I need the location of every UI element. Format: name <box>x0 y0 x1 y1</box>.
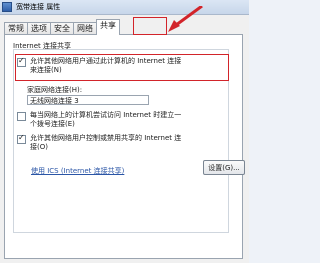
title-bar: 宽带连接 属性 <box>0 0 249 15</box>
tab-sharing[interactable]: 共享 <box>96 19 120 35</box>
tab-strip: 常规 选项 安全 网络 共享 <box>4 18 120 35</box>
home-network-field[interactable]: 无线网络连接 3 <box>27 95 149 105</box>
ics-help-link[interactable]: 使用 ICS (Internet 连接共享) <box>31 166 124 176</box>
dial-on-demand-checkbox[interactable] <box>17 112 26 121</box>
dial-on-demand-option[interactable]: 每当网络上的计算机尝试访问 Internet 时建立一 个拨号连接(E) <box>17 111 181 129</box>
allow-others-checkbox[interactable] <box>17 56 26 67</box>
arrow-annotation-icon <box>168 6 203 32</box>
settings-button[interactable]: 设置(G)... <box>203 160 245 175</box>
allow-control-label: 允许其他网络用户控制或禁用共享的 Internet 连 接(O) <box>30 134 182 151</box>
allow-others-label: 允许其他网络用户通过此计算机的 Internet 连接 来连接(N) <box>30 57 182 74</box>
allow-control-checkbox[interactable] <box>17 133 26 144</box>
dial-on-demand-label: 每当网络上的计算机尝试访问 Internet 时建立一 个拨号连接(E) <box>30 111 182 128</box>
home-network-label: 家庭网络连接(H): <box>27 86 83 94</box>
sharing-tab-highlight <box>133 17 167 35</box>
allow-others-option[interactable]: 允许其他网络用户通过此计算机的 Internet 连接 来连接(N) <box>17 56 182 75</box>
window-title: 宽带连接 属性 <box>16 3 61 11</box>
network-connection-icon <box>2 2 12 12</box>
allow-control-option[interactable]: 允许其他网络用户控制或禁用共享的 Internet 连 接(O) <box>17 133 182 152</box>
sharing-panel: Internet 连接共享 允许其他网络用户通过此计算机的 Internet 连… <box>4 34 245 259</box>
properties-window: 宽带连接 属性 常规 选项 安全 网络 共享 Internet 连接共享 允许其… <box>0 0 249 263</box>
